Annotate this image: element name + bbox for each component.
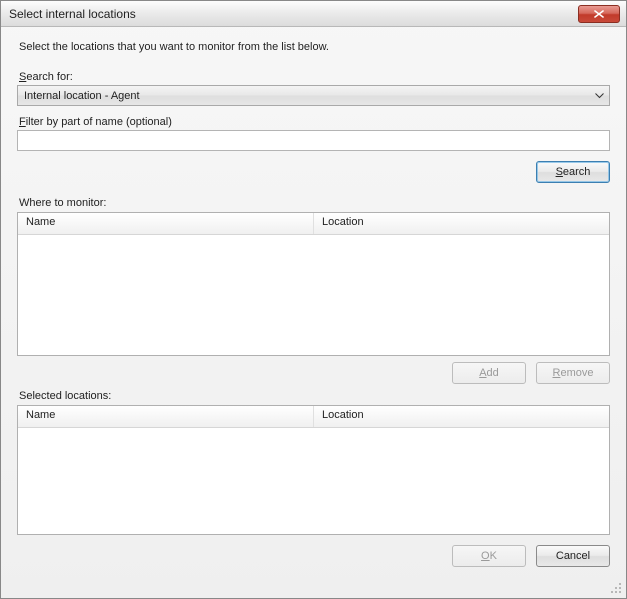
- where-col-location[interactable]: Location: [314, 213, 609, 234]
- selected-list-body: [18, 428, 609, 534]
- filter-input[interactable]: [17, 130, 610, 151]
- add-remove-row: Add Remove: [17, 362, 610, 384]
- add-button[interactable]: Add: [452, 362, 526, 384]
- titlebar: Select internal locations: [1, 1, 626, 27]
- ok-accel: O: [481, 550, 490, 562]
- search-for-label: Search for:: [19, 71, 610, 83]
- where-list-body: [18, 235, 609, 355]
- dialog-window: Select internal locations Select the loc…: [0, 0, 627, 599]
- where-to-monitor-label: Where to monitor:: [19, 197, 610, 209]
- search-button-row: Search: [17, 161, 610, 183]
- close-icon: [594, 10, 604, 18]
- selected-col-location[interactable]: Location: [314, 406, 609, 427]
- search-button[interactable]: Search: [536, 161, 610, 183]
- search-btn-accel: S: [556, 166, 563, 178]
- chevron-down-icon: [591, 90, 607, 102]
- where-col-name[interactable]: Name: [18, 213, 314, 234]
- where-to-monitor-list[interactable]: Name Location: [17, 212, 610, 356]
- search-for-combo-value: Internal location - Agent: [24, 90, 591, 102]
- filter-accel: F: [19, 116, 26, 128]
- selected-locations-label: Selected locations:: [19, 390, 610, 402]
- filter-label: Filter by part of name (optional): [19, 116, 610, 128]
- search-for-rest: earch for:: [26, 71, 72, 83]
- remove-button[interactable]: Remove: [536, 362, 610, 384]
- add-accel: A: [479, 367, 486, 379]
- dialog-footer: OK Cancel: [17, 545, 610, 571]
- add-rest: dd: [487, 367, 499, 379]
- search-for-combo[interactable]: Internal location - Agent: [17, 85, 610, 106]
- search-btn-rest: earch: [563, 166, 591, 178]
- selected-list-header: Name Location: [18, 406, 609, 428]
- where-list-header: Name Location: [18, 213, 609, 235]
- cancel-button[interactable]: Cancel: [536, 545, 610, 567]
- selected-locations-list[interactable]: Name Location: [17, 405, 610, 535]
- selected-col-name[interactable]: Name: [18, 406, 314, 427]
- window-title: Select internal locations: [9, 7, 578, 21]
- dialog-content: Select the locations that you want to mo…: [1, 27, 626, 598]
- resize-grip-icon[interactable]: [609, 581, 623, 595]
- ok-rest: K: [490, 550, 497, 562]
- ok-button[interactable]: OK: [452, 545, 526, 567]
- cancel-label: Cancel: [556, 550, 590, 562]
- filter-label-rest: ilter by part of name (optional): [26, 116, 172, 128]
- instruction-text: Select the locations that you want to mo…: [19, 41, 610, 53]
- close-button[interactable]: [578, 5, 620, 23]
- remove-rest: emove: [560, 367, 593, 379]
